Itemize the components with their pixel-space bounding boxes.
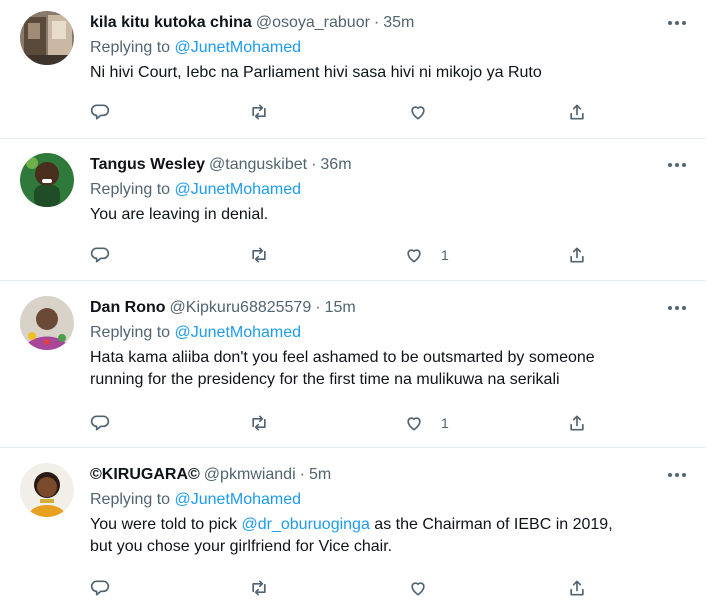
replying-prefix: Replying to (90, 324, 171, 341)
separator-dot: · (311, 156, 317, 173)
replying-to-mention[interactable]: @JunetMohamed (175, 39, 302, 56)
reply-tweet[interactable]: kila kitu kutoka china @osoya_rabuor · 3… (0, 0, 706, 139)
reply-button[interactable] (90, 412, 110, 434)
like-button[interactable]: 1 (404, 244, 449, 266)
replies-thread: kila kitu kutoka china @osoya_rabuor · 3… (0, 0, 706, 614)
share-icon (567, 578, 587, 598)
reply-icon (90, 102, 110, 122)
reply-button[interactable] (90, 101, 110, 123)
like-icon (404, 245, 424, 265)
reply-icon (90, 413, 110, 433)
separator-dot: · (373, 14, 380, 31)
timestamp[interactable]: 15m (325, 297, 356, 319)
author-handle[interactable]: @Kipkuru68825579 (170, 297, 312, 319)
like-icon (408, 102, 428, 122)
tweet-text: Hata kama aliiba don't you feel ashamed … (90, 347, 686, 391)
tweet-text-line: You are leaving in denial. (90, 206, 269, 223)
timestamp[interactable]: 36m (320, 154, 351, 176)
separator-dot: · (315, 299, 321, 316)
author-name[interactable]: ©KIRUGARA© (90, 464, 200, 486)
reply-icon (90, 578, 110, 598)
avatar[interactable] (20, 296, 74, 350)
reply-tweet[interactable]: Tangus Wesley @tanguskibet · 36m Replyin… (0, 142, 706, 281)
replying-to: Replying to @JunetMohamed (90, 37, 686, 59)
replying-prefix: Replying to (90, 39, 171, 56)
author-name[interactable]: Tangus Wesley (90, 154, 205, 176)
separator-dot: · (299, 466, 305, 483)
author-handle[interactable]: @pkmwiandi (204, 464, 296, 486)
tweet-text: You are leaving in denial. (90, 204, 686, 226)
tweet-text-line: Hata kama aliiba don't you feel ashamed … (90, 349, 595, 366)
like-button[interactable] (408, 577, 428, 599)
like-icon (408, 578, 428, 598)
tweet-text-line: You were told to pick @dr_oburuoginga as… (90, 514, 686, 536)
timestamp[interactable]: 35m (383, 12, 414, 34)
avatar[interactable] (20, 11, 74, 65)
author-name[interactable]: Dan Rono (90, 297, 166, 319)
replying-to: Replying to @JunetMohamed (90, 322, 686, 344)
retweet-button[interactable] (249, 101, 269, 123)
more-icon[interactable] (666, 156, 688, 174)
retweet-icon (249, 245, 269, 265)
replying-to: Replying to @JunetMohamed (90, 489, 686, 511)
more-icon[interactable] (666, 14, 688, 32)
replying-to-mention[interactable]: @JunetMohamed (175, 324, 302, 341)
reply-button[interactable] (90, 577, 110, 599)
replying-prefix: Replying to (90, 491, 171, 508)
replying-prefix: Replying to (90, 181, 171, 198)
replying-to-mention[interactable]: @JunetMohamed (175, 181, 302, 198)
retweet-button[interactable] (249, 577, 269, 599)
share-button[interactable] (567, 244, 587, 266)
share-button[interactable] (567, 101, 587, 123)
inline-mention[interactable]: @dr_oburuoginga (242, 516, 370, 533)
like-button[interactable] (408, 101, 428, 123)
retweet-icon (249, 102, 269, 122)
reply-tweet[interactable]: Dan Rono @Kipkuru68825579 · 15m Replying… (0, 285, 706, 448)
reply-button[interactable] (90, 244, 110, 266)
share-icon (567, 245, 587, 265)
replying-to: Replying to @JunetMohamed (90, 179, 686, 201)
reply-icon (90, 245, 110, 265)
tweet-text: Ni hivi Court, Iebc na Parliament hivi s… (90, 62, 686, 84)
like-count: 1 (441, 415, 449, 431)
avatar[interactable] (20, 153, 74, 207)
like-button[interactable]: 1 (404, 412, 449, 434)
share-button[interactable] (567, 577, 587, 599)
tweet-text: You were told to pick @dr_oburuoginga as… (90, 514, 686, 558)
retweet-icon (249, 578, 269, 598)
tweet-text-line: but you chose your girlfriend for Vice c… (90, 538, 393, 555)
author-handle[interactable]: @tanguskibet (209, 154, 307, 176)
author-name[interactable]: kila kitu kutoka china (90, 12, 252, 34)
replying-to-mention[interactable]: @JunetMohamed (175, 491, 302, 508)
share-icon (567, 413, 587, 433)
timestamp[interactable]: 5m (309, 464, 331, 486)
reply-tweet[interactable]: ©KIRUGARA© @pkmwiandi · 5m Replying to @… (0, 452, 706, 614)
share-button[interactable] (567, 412, 587, 434)
tweet-text-line: running for the presidency for the first… (90, 371, 560, 388)
like-icon (404, 413, 424, 433)
text-segment: as the Chairman of IEBC in 2019, (369, 516, 613, 533)
retweet-button[interactable] (249, 412, 269, 434)
avatar[interactable] (20, 463, 74, 517)
author-handle[interactable]: @osoya_rabuor (256, 12, 370, 34)
more-icon[interactable] (666, 299, 688, 317)
share-icon (567, 102, 587, 122)
like-count: 1 (441, 247, 449, 263)
tweet-text-line: Ni hivi Court, Iebc na Parliament hivi s… (90, 64, 542, 81)
more-icon[interactable] (666, 466, 688, 484)
text-segment: You were told to pick (90, 516, 242, 533)
retweet-icon (249, 413, 269, 433)
retweet-button[interactable] (249, 244, 269, 266)
